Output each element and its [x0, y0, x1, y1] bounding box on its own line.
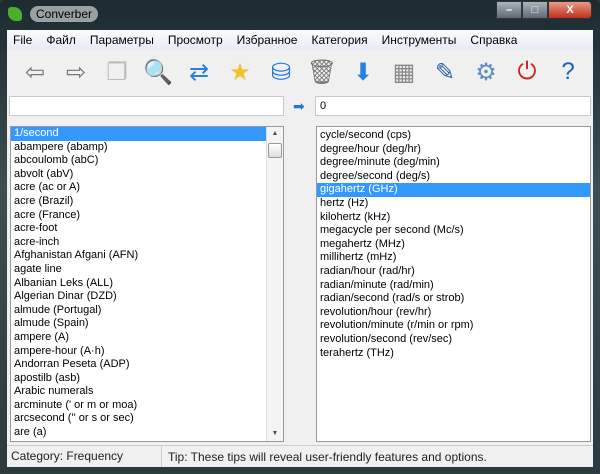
status-category: Category: Frequency	[7, 446, 162, 467]
minimize-button[interactable]: –	[496, 1, 522, 19]
list-item[interactable]: hertz (Hz)	[317, 197, 590, 211]
to-unit-list[interactable]: cycle/second (cps) degree/hour (deg/hr) de…	[316, 126, 591, 442]
list-item[interactable]: gigahertz (GHz)	[317, 183, 590, 197]
list-item[interactable]: revolution/minute (r/min or rpm)	[317, 319, 590, 333]
window-title: Converber	[30, 6, 99, 22]
menu-item[interactable]: Избранное	[237, 33, 298, 47]
list-item[interactable]: ampere (A)	[11, 331, 283, 345]
edit-button[interactable]: ✎	[429, 56, 461, 88]
settings-icon: ⚙	[475, 58, 497, 86]
list-item[interactable]: revolution/second (rev/sec)	[317, 333, 590, 347]
help-button[interactable]: ?	[552, 56, 584, 88]
list-item[interactable]: degree/minute (deg/min)	[317, 156, 590, 170]
list-item[interactable]: radian/second (rad/s or strob)	[317, 292, 590, 306]
list-item[interactable]: degree/second (deg/s)	[317, 170, 590, 184]
database-button[interactable]: ⛁	[265, 56, 297, 88]
list-item[interactable]: acre (France)	[11, 209, 283, 223]
from-value-input[interactable]	[9, 96, 284, 116]
list-item[interactable]: cycle/second (cps)	[317, 129, 590, 143]
list-item[interactable]: acre-inch	[11, 236, 283, 250]
status-tip: Tip: These tips will reveal user-friendl…	[168, 449, 487, 464]
status-bar: Category: Frequency Tip: These tips will…	[7, 445, 593, 467]
swap-button[interactable]: ⇄	[183, 56, 215, 88]
scroll-up-icon[interactable]: ▲	[267, 127, 283, 141]
list-item[interactable]: Andorran Peseta (ADP)	[11, 358, 283, 372]
list-item[interactable]: radian/hour (rad/hr)	[317, 265, 590, 279]
menu-item[interactable]: Параметры	[90, 33, 154, 47]
download-arrow-icon: ⬇	[352, 58, 374, 86]
list-item[interactable]: abcoulomb (abC)	[11, 154, 283, 168]
from-list-scrollbar[interactable]: ▲ ▼	[266, 127, 283, 441]
edit-icon: ✎	[434, 58, 456, 86]
list-item[interactable]: abampere (abamp)	[11, 141, 283, 155]
list-item[interactable]: arcminute (' or m or moa)	[11, 399, 283, 413]
list-item[interactable]: kilohertz (kHz)	[317, 211, 590, 225]
list-item[interactable]: apostilb (asb)	[11, 372, 283, 386]
settings-button[interactable]: ⚙	[470, 56, 502, 88]
back-icon: ⇦	[24, 58, 46, 86]
copy-icon: ❐	[106, 58, 128, 86]
list-item[interactable]: acre (ac or A)	[11, 181, 283, 195]
list-item[interactable]: millihertz (mHz)	[317, 251, 590, 265]
forward-button[interactable]: ⇨	[60, 56, 92, 88]
maximize-button[interactable]: □	[522, 1, 548, 19]
download-arrow-button[interactable]: ⬇	[347, 56, 379, 88]
calculator-icon: ▦	[392, 58, 416, 86]
menu-item[interactable]: Категория	[311, 33, 367, 47]
menu-item[interactable]: Файл	[46, 33, 76, 47]
swap-icon: ⇄	[188, 58, 210, 86]
list-item[interactable]: Arabic numerals	[11, 385, 283, 399]
list-item[interactable]: megacycle per second (Mc/s)	[317, 224, 590, 238]
menu-item[interactable]: Инструменты	[382, 33, 457, 47]
list-item[interactable]: abvolt (abV)	[11, 168, 283, 182]
search-button[interactable]: 🔍	[142, 56, 174, 88]
list-item[interactable]: radian/minute (rad/min)	[317, 279, 590, 293]
list-item[interactable]: acre (Brazil)	[11, 195, 283, 209]
list-item[interactable]: revolution/hour (rev/hr)	[317, 306, 590, 320]
from-unit-list[interactable]: 1/second abampere (abamp) abcoulomb (abC) a…	[10, 126, 284, 442]
close-button[interactable]: X	[548, 1, 592, 19]
title-bar: Converber	[8, 4, 99, 24]
to-value-input[interactable]	[315, 96, 591, 116]
search-icon: 🔍	[143, 58, 173, 86]
list-item[interactable]: 1/second	[11, 127, 283, 141]
trash-icon: 🗑	[306, 58, 338, 86]
help-icon: ?	[561, 58, 575, 85]
client-area: File Файл Параметры Просмотр Избранное Катего…	[7, 30, 593, 467]
power-button[interactable]: ⏻	[511, 56, 543, 88]
scroll-thumb[interactable]	[268, 143, 282, 158]
scroll-down-icon[interactable]: ▼	[267, 427, 283, 441]
power-icon: ⏻	[517, 58, 537, 85]
list-item[interactable]: arcsecond ('' or s or sec)	[11, 412, 283, 426]
list-item[interactable]: almude (Portugal)	[11, 304, 283, 318]
list-item[interactable]: Algerian Dinar (DZD)	[11, 290, 283, 304]
menu-item[interactable]: File	[13, 33, 32, 47]
list-item[interactable]: megahertz (MHz)	[317, 238, 590, 252]
app-window: Converber – □ X File Файл Параметры Просмот…	[0, 0, 600, 474]
copy-button[interactable]: ❐	[101, 56, 133, 88]
calculator-button[interactable]: ▦	[388, 56, 420, 88]
list-item[interactable]: are (a)	[11, 426, 283, 440]
menu-bar: File Файл Параметры Просмотр Избранное Катего…	[7, 30, 593, 50]
convert-arrow-icon: ➡	[293, 98, 305, 114]
trash-button[interactable]: 🗑	[306, 56, 338, 88]
add-favorite-button[interactable]: ★	[224, 56, 256, 88]
list-item[interactable]: agate line	[11, 263, 283, 277]
add-favorite-icon: ★	[229, 58, 251, 86]
list-item[interactable]: ampere-hour (A·h)	[11, 345, 283, 359]
toolbar: ⇦ ⇨ ❐ 🔍 ⇄ ★ ⛁ 🗑 ⬇ ▦ ✎ ⚙ ⏻?	[7, 50, 593, 94]
list-item[interactable]: Afghanistan Afgani (AFN)	[11, 249, 283, 263]
list-item[interactable]: acre-foot	[11, 222, 283, 236]
list-item[interactable]: almude (Spain)	[11, 317, 283, 331]
app-logo-icon	[8, 7, 22, 21]
forward-icon: ⇨	[65, 58, 87, 86]
list-item[interactable]: Albanian Leks (ALL)	[11, 277, 283, 291]
list-item[interactable]: degree/hour (deg/hr)	[317, 143, 590, 157]
menu-item[interactable]: Просмотр	[168, 33, 223, 47]
list-item[interactable]: terahertz (THz)	[317, 347, 590, 361]
database-icon: ⛁	[270, 58, 292, 86]
back-button[interactable]: ⇦	[19, 56, 51, 88]
menu-item[interactable]: Справка	[470, 33, 517, 47]
